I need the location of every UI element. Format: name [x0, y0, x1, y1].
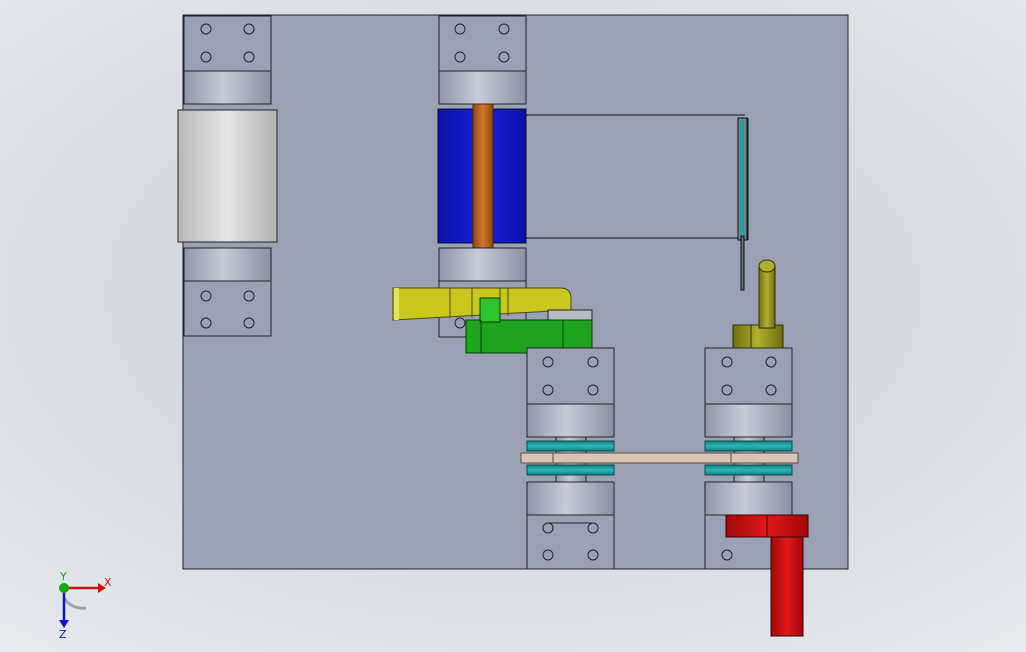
y-axis-label: Y [59, 570, 67, 583]
pulley-lower-right[interactable] [704, 464, 793, 476]
bearing-block-top-left[interactable] [183, 15, 272, 72]
y-axis-dot [59, 583, 69, 593]
assembly-drawing[interactable] [0, 0, 1026, 652]
z-axis-label: Z [59, 628, 67, 640]
orientation-triad[interactable]: X Y Z [50, 570, 120, 640]
bearing-cap-top-left[interactable] [183, 70, 272, 105]
roller-left[interactable] [177, 109, 278, 243]
bearing-block-top-center[interactable] [438, 15, 527, 72]
pulley-upper-right[interactable] [704, 440, 793, 452]
drive-belt[interactable] [520, 452, 799, 464]
bearing-block-bottom-left[interactable] [183, 280, 272, 337]
x-axis-label: X [104, 576, 112, 589]
bearing-cap-top-center[interactable] [438, 70, 527, 105]
red-handle[interactable] [725, 514, 809, 637]
pulley-lower-left[interactable] [526, 464, 615, 476]
left-bearing-assembly[interactable] [177, 15, 278, 337]
bearing-cap-bottom-center[interactable] [438, 247, 527, 282]
cad-viewport[interactable]: X Y Z [0, 0, 1026, 652]
bearing-cap-bottom-left[interactable] [183, 247, 272, 282]
z-axis-arrowhead [59, 620, 69, 628]
pulley-upper-left[interactable] [526, 440, 615, 452]
